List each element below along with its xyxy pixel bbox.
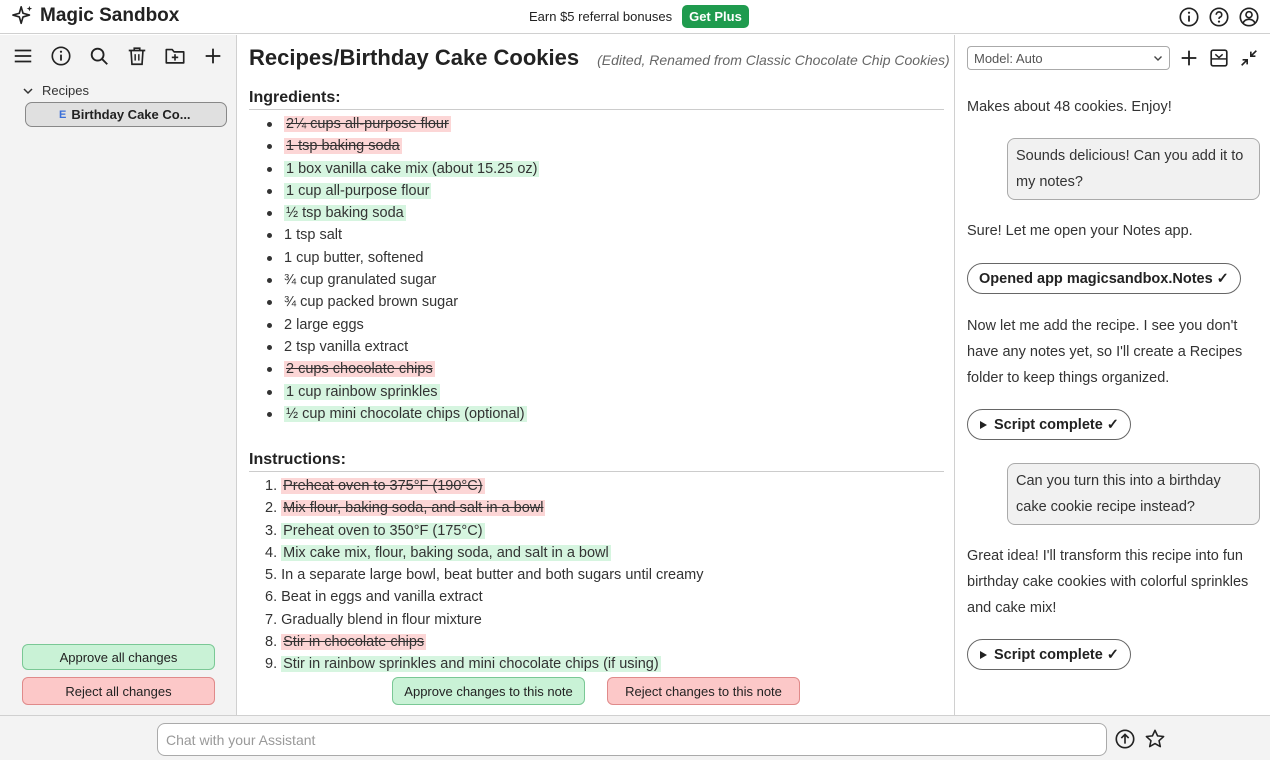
play-icon xyxy=(980,420,987,429)
app-title: Magic Sandbox xyxy=(40,5,180,26)
info-icon[interactable] xyxy=(1178,6,1200,28)
get-plus-button[interactable]: Get Plus xyxy=(682,5,749,28)
note-subtitle: (Edited, Renamed from Classic Chocolate … xyxy=(597,52,950,68)
list-item[interactable]: 6. Beat in eggs and vanilla extract xyxy=(265,586,704,608)
note-item-label: Birthday Cake Co... xyxy=(71,107,191,122)
list-item[interactable]: 9. Stir in rainbow sprinkles and mini ch… xyxy=(265,653,704,675)
note-item-birthday-cake-cookies[interactable]: E Birthday Cake Co... xyxy=(25,102,227,127)
note-title[interactable]: Recipes/Birthday Cake Cookies xyxy=(249,45,579,71)
model-select[interactable]: Model: Auto xyxy=(967,46,1170,70)
opened-app-pill[interactable]: Opened app magicsandbox.Notes ✓ xyxy=(967,263,1241,294)
model-select-value: Model: Auto xyxy=(974,50,1043,66)
new-folder-icon[interactable] xyxy=(164,45,186,67)
save-icon[interactable] xyxy=(1208,47,1230,69)
list-item[interactable]: 1 cup butter, softened xyxy=(267,247,539,269)
list-item[interactable]: 8. Stir in chocolate chips xyxy=(265,631,704,653)
folder-label: Recipes xyxy=(42,83,89,98)
script-complete-pill[interactable]: Script complete ✓ xyxy=(967,409,1131,440)
sparkle-icon xyxy=(12,5,33,25)
approve-note-button[interactable]: Approve changes to this note xyxy=(392,677,585,705)
user-message: Sounds delicious! Can you add it to my n… xyxy=(1007,138,1260,200)
promo-text: Earn $5 referral bonuses xyxy=(529,9,673,24)
search-icon[interactable] xyxy=(88,45,110,67)
instructions-list: 1. Preheat oven to 375°F (190°C) 2. Mix … xyxy=(265,475,704,676)
list-item[interactable]: 2¼ cups all-purpose flour xyxy=(267,113,539,135)
approve-all-button[interactable]: Approve all changes xyxy=(22,644,215,670)
reject-all-button[interactable]: Reject all changes xyxy=(22,677,215,705)
user-message: Can you turn this into a birthday cake c… xyxy=(1007,463,1260,525)
list-item[interactable]: 3. Preheat oven to 350°F (175°C) xyxy=(265,520,704,542)
instructions-heading: Instructions: xyxy=(249,451,944,472)
promo: Earn $5 referral bonuses Get Plus xyxy=(529,5,749,28)
top-bar: Magic Sandbox Earn $5 referral bonuses G… xyxy=(0,0,1270,34)
list-item[interactable]: ¾ cup packed brown sugar xyxy=(267,291,539,313)
assistant-message: Makes about 48 cookies. Enjoy! xyxy=(967,99,1172,115)
list-item[interactable]: 2 cups chocolate chips xyxy=(267,358,539,380)
list-item[interactable]: 2 large eggs xyxy=(267,314,539,336)
list-item[interactable]: 4. Mix cake mix, flour, baking soda, and… xyxy=(265,542,704,564)
folder-recipes[interactable]: Recipes xyxy=(22,83,89,98)
send-icon[interactable] xyxy=(1114,728,1136,750)
list-item[interactable]: 2. Mix flour, baking soda, and salt in a… xyxy=(265,497,704,519)
reject-note-button[interactable]: Reject changes to this note xyxy=(607,677,800,705)
ingredients-heading: Ingredients: xyxy=(249,89,944,110)
list-item[interactable]: 1. Preheat oven to 375°F (190°C) xyxy=(265,475,704,497)
list-item[interactable]: 1 tsp salt xyxy=(267,224,539,246)
script-complete-pill[interactable]: Script complete ✓ xyxy=(967,639,1131,670)
chevron-down-icon xyxy=(1154,56,1162,61)
plus-icon[interactable] xyxy=(202,45,224,67)
play-icon xyxy=(980,650,987,659)
note-header: Recipes/Birthday Cake Cookies (Edited, R… xyxy=(249,45,950,71)
list-item[interactable]: ½ tsp baking soda xyxy=(267,202,539,224)
list-item[interactable]: 2 tsp vanilla extract xyxy=(267,336,539,358)
assistant-message: Now let me add the recipe. I see you don… xyxy=(967,318,1243,386)
account-icon[interactable] xyxy=(1238,6,1260,28)
edited-flag: E xyxy=(59,108,67,121)
list-item[interactable]: 1 box vanilla cake mix (about 15.25 oz) xyxy=(267,158,540,180)
note-editor: Recipes/Birthday Cake Cookies (Edited, R… xyxy=(238,35,955,715)
ingredients-list: 2¼ cups all-purpose flour 1 tsp baking s… xyxy=(267,113,540,425)
chat-panel: Model: Auto Makes about 48 cookies. Enjo… xyxy=(956,35,1270,715)
trash-icon[interactable] xyxy=(126,45,148,67)
list-item[interactable]: 1 cup all-purpose flour xyxy=(267,180,539,202)
list-item[interactable]: 5. In a separate large bowl, beat butter… xyxy=(265,564,704,586)
assistant-message: Great idea! I'll transform this recipe i… xyxy=(967,548,1249,616)
help-icon[interactable] xyxy=(1208,6,1230,28)
top-icons xyxy=(1178,6,1260,28)
list-item[interactable]: ¾ cup granulated sugar xyxy=(267,269,539,291)
assistant-message: Sure! Let me open your Notes app. xyxy=(967,223,1193,239)
plus-icon[interactable] xyxy=(1178,47,1200,69)
list-item[interactable]: 1 cup rainbow sprinkles xyxy=(267,381,539,403)
list-item[interactable]: ½ cup mini chocolate chips (optional) xyxy=(267,403,539,425)
menu-icon[interactable] xyxy=(12,45,34,67)
brand: Magic Sandbox xyxy=(12,5,179,27)
info-icon[interactable] xyxy=(50,45,72,67)
chat-input[interactable] xyxy=(157,723,1107,756)
sidebar: Recipes E Birthday Cake Co... Approve al… xyxy=(0,35,237,715)
model-row: Model: Auto xyxy=(967,46,1260,70)
star-icon[interactable] xyxy=(1144,728,1166,750)
chat-input-bar xyxy=(0,715,1270,760)
collapse-icon[interactable] xyxy=(1238,47,1260,69)
sidebar-toolbar xyxy=(12,45,224,67)
chevron-down-icon[interactable] xyxy=(22,85,34,97)
list-item[interactable]: 7. Gradually blend in flour mixture xyxy=(265,609,704,631)
list-item[interactable]: 1 tsp baking soda xyxy=(267,135,539,157)
